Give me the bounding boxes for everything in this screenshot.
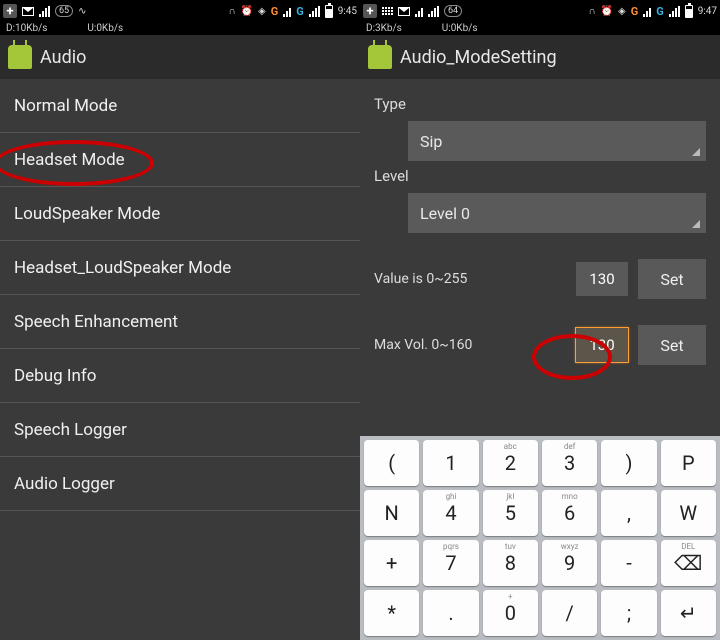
status-bar: + 65 ∿ ∩ ⏰ ◈ G G 9:45 xyxy=(0,0,360,22)
up-speed: U:0Kb/s xyxy=(442,23,478,34)
key-5[interactable]: jkl5 xyxy=(483,490,538,536)
level-dropdown[interactable]: Level 0 xyxy=(408,193,706,233)
screen-audio-list: + 65 ∿ ∩ ⏰ ◈ G G 9:45 D:10Kb/s U:0Kb/s A… xyxy=(0,0,360,640)
mode-item-audio-logger[interactable]: Audio Logger xyxy=(0,457,360,511)
key-0[interactable]: +0 xyxy=(483,590,538,636)
type-dropdown[interactable]: Sip xyxy=(408,121,706,161)
maxvol-input[interactable] xyxy=(576,328,628,362)
mode-item-loudspeaker[interactable]: LoudSpeaker Mode xyxy=(0,187,360,241)
key-.[interactable]: . xyxy=(423,590,478,636)
mode-item-speech-logger[interactable]: Speech Logger xyxy=(0,403,360,457)
key-P[interactable]: P xyxy=(661,440,716,486)
maxvol-range-label: Max Vol. 0~160 xyxy=(374,337,566,353)
signal4-icon xyxy=(669,6,680,17)
android-icon xyxy=(368,45,392,69)
mail-icon xyxy=(398,7,410,16)
screen-mode-setting: + 64 ∩ ⏰ ◈ G G 9:47 D:3Kb/s U:0Kb/s Audi… xyxy=(360,0,720,640)
keypad-row-4: *.+0/;↵ xyxy=(364,590,716,636)
page-title: Audio xyxy=(40,47,86,68)
key-4[interactable]: ghi4 xyxy=(423,490,478,536)
numeric-keypad: (1abc2def3)P Nghi4jkl5mno6,W +pqrs7tuv8w… xyxy=(360,436,720,640)
signal2-icon xyxy=(283,6,291,17)
android-icon xyxy=(8,45,32,69)
net-speed: D:3Kb/s U:0Kb/s xyxy=(360,22,720,35)
value-range-label: Value is 0~255 xyxy=(374,271,566,287)
status-bar: + 64 ∩ ⏰ ◈ G G 9:47 xyxy=(360,0,720,22)
keypad-row-3: +pqrs7tuv8wxyz9-DEL⌫ xyxy=(364,540,716,586)
signal3-icon xyxy=(309,6,320,17)
app-title-bar: Audio xyxy=(0,35,360,79)
key-+[interactable]: + xyxy=(364,540,419,586)
level-label: Level xyxy=(374,167,706,185)
headphones-icon: ∩ xyxy=(228,6,235,17)
page-title: Audio_ModeSetting xyxy=(400,47,557,68)
mail-icon xyxy=(22,7,34,16)
key-*[interactable]: * xyxy=(364,590,419,636)
key-W[interactable]: W xyxy=(661,490,716,536)
mode-item-normal[interactable]: Normal Mode xyxy=(0,79,360,133)
type-label: Type xyxy=(374,95,706,113)
up-speed: U:0Kb/s xyxy=(87,23,123,34)
value-input[interactable] xyxy=(576,262,628,296)
down-speed: D:10Kb/s xyxy=(6,23,47,34)
key-9[interactable]: wxyz9 xyxy=(542,540,597,586)
mode-item-speech-enhancement[interactable]: Speech Enhancement xyxy=(0,295,360,349)
headphones-icon: ∩ xyxy=(588,6,595,17)
battery-pct: 65 xyxy=(55,5,73,17)
key-N[interactable]: N xyxy=(364,490,419,536)
keypad-row-2: Nghi4jkl5mno6,W xyxy=(364,490,716,536)
notif-icon: + xyxy=(363,4,377,18)
key-1[interactable]: 1 xyxy=(423,440,478,486)
down-speed: D:3Kb/s xyxy=(366,23,402,34)
key-8[interactable]: tuv8 xyxy=(483,540,538,586)
key-3[interactable]: def3 xyxy=(542,440,597,486)
signal2-icon xyxy=(428,6,439,17)
clock: 9:47 xyxy=(698,6,717,17)
alarm-icon: ⏰ xyxy=(601,6,613,17)
key-/[interactable]: / xyxy=(542,590,597,636)
signal-icon xyxy=(415,6,423,17)
battery-pct: 64 xyxy=(444,5,462,17)
notif-icon: + xyxy=(3,4,17,18)
net-speed: D:10Kb/s U:0Kb/s xyxy=(0,22,360,35)
keyboard-icon xyxy=(382,7,393,15)
settings-form: Type Sip Level Level 0 Value is 0~255 Se… xyxy=(360,79,720,436)
wifi-icon: ◈ xyxy=(258,6,266,17)
network-g1-icon: G xyxy=(271,5,279,18)
signal-icon xyxy=(39,6,50,17)
key-)[interactable]: ) xyxy=(601,440,656,486)
mode-item-headset-loudspeaker[interactable]: Headset_LoudSpeaker Mode xyxy=(0,241,360,295)
network-g2-icon: G xyxy=(296,5,304,18)
key-⌫[interactable]: DEL⌫ xyxy=(661,540,716,586)
key-6[interactable]: mno6 xyxy=(542,490,597,536)
wifi-icon: ◈ xyxy=(618,6,626,17)
key-,[interactable]: , xyxy=(601,490,656,536)
set-value-button[interactable]: Set xyxy=(638,259,706,299)
keypad-row-1: (1abc2def3)P xyxy=(364,440,716,486)
key--[interactable]: - xyxy=(601,540,656,586)
clock: 9:45 xyxy=(338,6,357,17)
battery-icon xyxy=(325,5,333,18)
mode-list: Normal Mode Headset Mode LoudSpeaker Mod… xyxy=(0,79,360,511)
set-maxvol-button[interactable]: Set xyxy=(638,325,706,365)
key-2[interactable]: abc2 xyxy=(483,440,538,486)
mode-item-debug-info[interactable]: Debug Info xyxy=(0,349,360,403)
signal3-icon xyxy=(643,6,651,17)
alarm-icon: ⏰ xyxy=(241,6,253,17)
key-7[interactable]: pqrs7 xyxy=(423,540,478,586)
mode-item-headset[interactable]: Headset Mode xyxy=(0,133,360,187)
key-;[interactable]: ; xyxy=(601,590,656,636)
key-↵[interactable]: ↵ xyxy=(661,590,716,636)
network-g1-icon: G xyxy=(631,5,639,18)
wave-icon: ∿ xyxy=(78,6,86,17)
battery-icon xyxy=(685,5,693,18)
network-g2-icon: G xyxy=(656,5,664,18)
key-([interactable]: ( xyxy=(364,440,419,486)
app-title-bar: Audio_ModeSetting xyxy=(360,35,720,79)
